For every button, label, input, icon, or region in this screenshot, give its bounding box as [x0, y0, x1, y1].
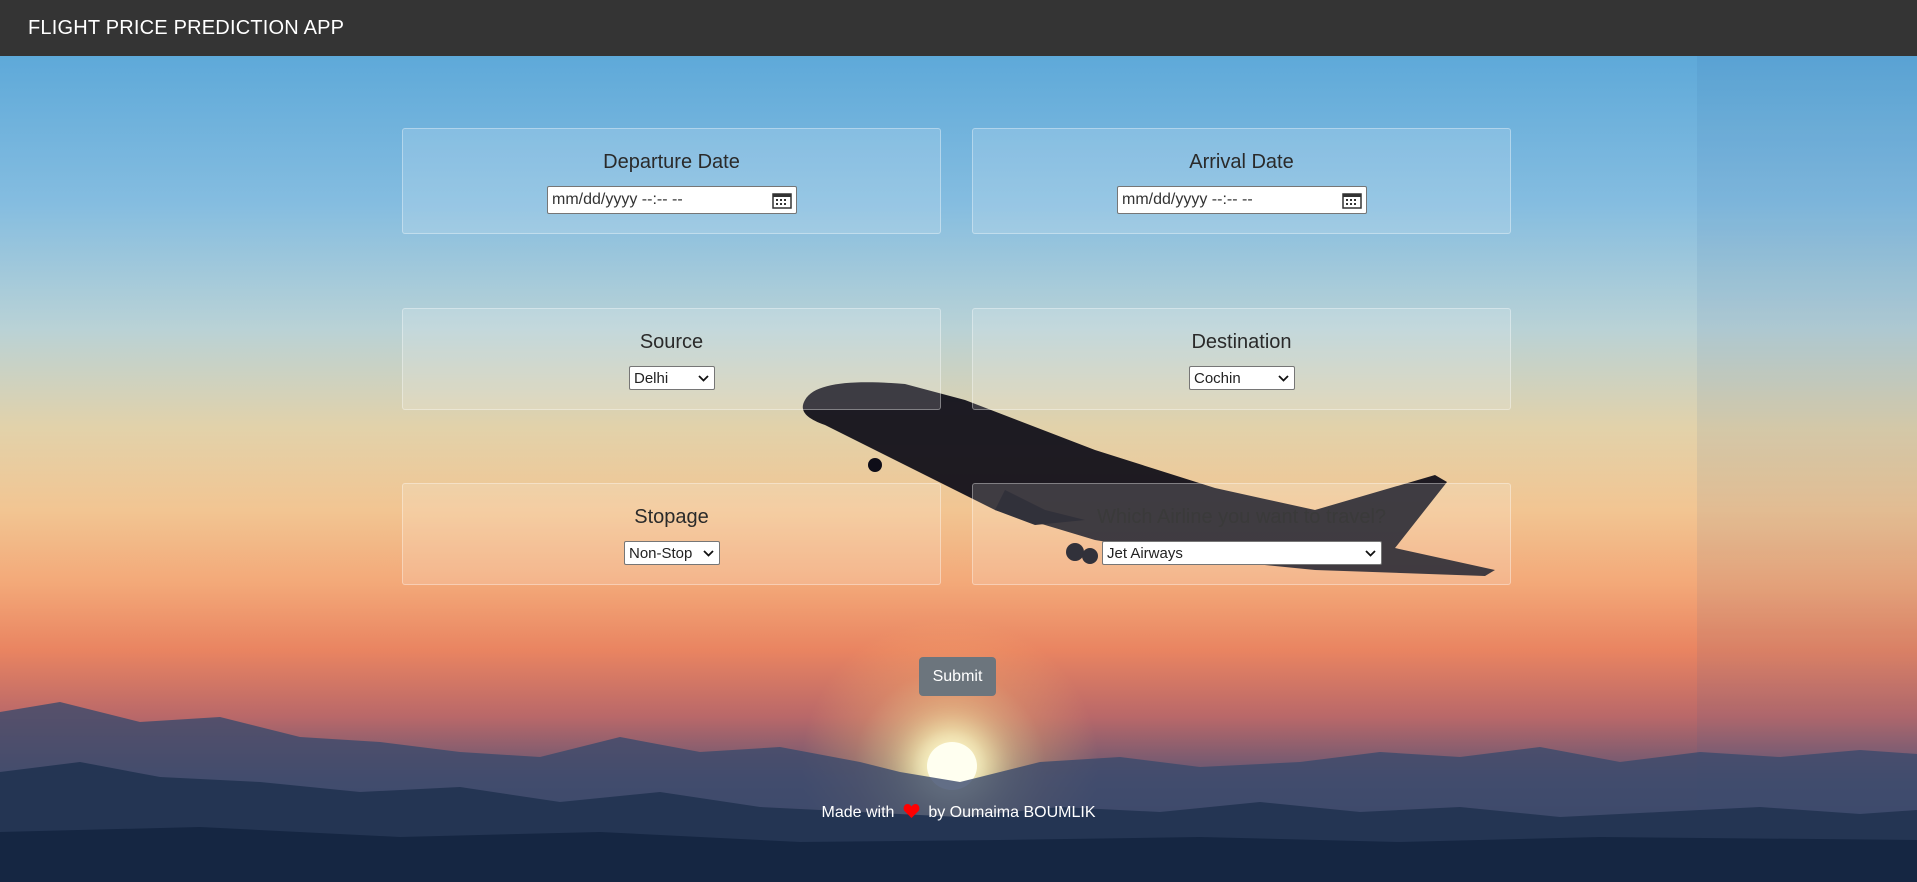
source-select[interactable]: Delhi — [629, 366, 715, 390]
destination-selected-value: Cochin — [1194, 370, 1241, 387]
stopage-card: Stopage Non-Stop — [402, 483, 941, 585]
calendar-icon[interactable] — [772, 192, 792, 209]
chevron-down-icon — [698, 375, 709, 382]
chevron-down-icon — [703, 550, 714, 557]
airline-selected-value: Jet Airways — [1107, 545, 1183, 562]
chevron-down-icon — [1278, 375, 1289, 382]
footer: Made with by Oumaima BOUMLIK — [0, 803, 1917, 822]
submit-button[interactable]: Submit — [919, 657, 996, 696]
departure-date-card: Departure Date mm/dd/yyyy --:-- -- — [402, 128, 941, 234]
heart-icon — [903, 804, 920, 818]
destination-select[interactable]: Cochin — [1189, 366, 1295, 390]
airline-select[interactable]: Jet Airways — [1102, 541, 1382, 565]
departure-date-placeholder: mm/dd/yyyy --:-- -- — [552, 191, 683, 208]
arrival-date-input[interactable]: mm/dd/yyyy --:-- -- — [1117, 186, 1367, 214]
source-selected-value: Delhi — [634, 370, 669, 387]
arrival-date-card: Arrival Date mm/dd/yyyy --:-- -- — [972, 128, 1511, 234]
footer-author: by Oumaima BOUMLIK — [928, 804, 1096, 821]
arrival-date-label: Arrival Date — [1189, 151, 1294, 173]
app-title[interactable]: FLIGHT PRICE PREDICTION APP — [28, 17, 344, 40]
airline-label: Which Airline you want to travel? — [1096, 506, 1387, 528]
source-card: Source Delhi — [402, 308, 941, 410]
source-label: Source — [639, 331, 704, 353]
stopage-select[interactable]: Non-Stop — [624, 541, 720, 565]
chevron-down-icon — [1365, 550, 1376, 557]
destination-card: Destination Cochin — [972, 308, 1511, 410]
departure-date-input[interactable]: mm/dd/yyyy --:-- -- — [547, 186, 797, 214]
destination-label: Destination — [1191, 331, 1292, 353]
departure-date-label: Departure Date — [603, 151, 740, 173]
calendar-icon[interactable] — [1342, 192, 1362, 209]
navbar: FLIGHT PRICE PREDICTION APP — [0, 0, 1917, 56]
footer-made-with: Made with — [821, 804, 895, 821]
stopage-label: Stopage — [634, 506, 709, 528]
airline-card: Which Airline you want to travel? Jet Ai… — [972, 483, 1511, 585]
arrival-date-placeholder: mm/dd/yyyy --:-- -- — [1122, 191, 1253, 208]
stopage-selected-value: Non-Stop — [629, 545, 693, 562]
